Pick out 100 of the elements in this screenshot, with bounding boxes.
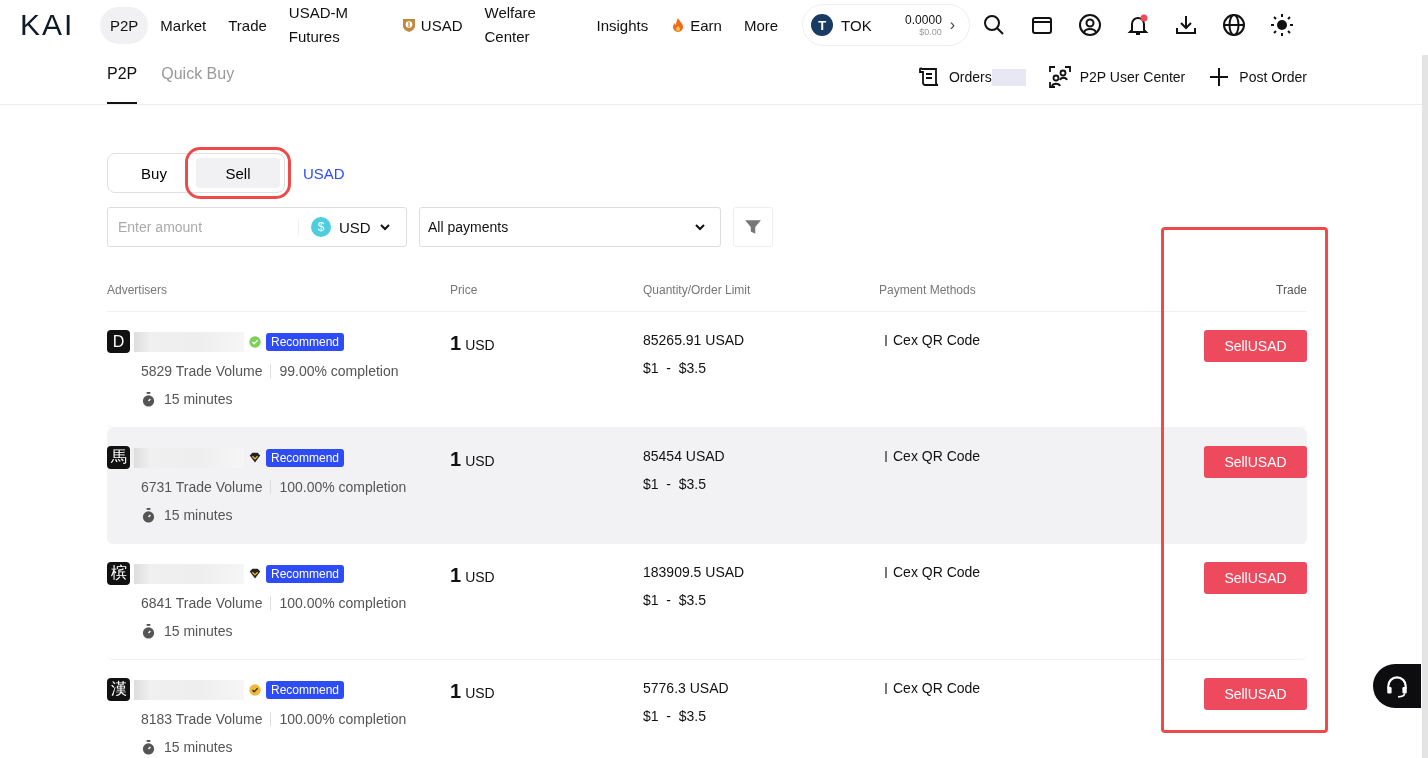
user-icon[interactable] [1078,13,1103,37]
price-value: 1 [450,448,462,471]
quantity: 183909.5 USAD [643,564,746,580]
sell-button[interactable]: SellUSAD [1204,678,1307,710]
check-seal-icon [248,334,262,349]
advert-row[interactable]: 槟 Recommend 6841 Trade Volume 100.00% completion 15 minutes 1 USD 183909.5 USAD $1 - $3.5 Cex QR Code SellUSAD [107,544,1307,660]
token-symbol: TOK [841,16,873,34]
quantity: 5776.3 USAD [643,680,730,696]
order-limit: $1 - $3.5 [643,476,708,492]
price-unit: USD [465,337,495,353]
sell-button[interactable]: SellUSAD [1204,562,1307,594]
recommend-tag: Recommend [266,680,345,699]
price-unit: USD [465,569,495,585]
completion-rate: 100.00% completion [279,595,407,611]
payment-method: Cex QR Code [893,564,981,580]
quantity: 85265.91 USAD [643,332,746,348]
price-value: 1 [450,564,462,587]
avatar: 漢 [107,678,130,701]
column-header: Advertisers [107,283,169,297]
avatar: 槟 [107,562,130,585]
trade-volume: 6731 Trade Volume [141,479,263,495]
avatar: 馬 [107,446,130,469]
sub-tab[interactable]: P2P [107,50,138,104]
price-value: 1 [450,332,462,355]
sell-button[interactable]: SellUSAD [1204,330,1307,362]
nav-item[interactable]: USAD [390,6,473,44]
scroll-icon [916,65,941,89]
nav-item[interactable]: USAD-M Futures [278,1,359,49]
column-header: Trade [1275,283,1307,297]
avatar: D [107,330,130,353]
recommend-tag: Recommend [266,564,345,583]
chevron-down-icon [378,221,391,233]
completion-rate: 100.00% completion [279,711,407,727]
diamond-icon [248,566,262,581]
nav-item[interactable]: P2P [100,6,149,44]
recommend-tag: Recommend [266,332,345,351]
download-icon[interactable] [1174,13,1199,37]
scrollbar[interactable] [1422,55,1428,758]
column-header: Quantity/Order Limit [643,283,752,297]
trade-volume: 8183 Trade Volume [141,711,263,727]
payments-dropdown[interactable]: All payments [419,207,721,247]
asset-link[interactable]: USAD [303,164,345,182]
trade-volume: 6841 Trade Volume [141,595,263,611]
stopwatch-icon [141,391,156,407]
side-tab[interactable]: Sell [196,158,280,188]
side-tab[interactable]: Buy [112,158,196,188]
filter-button[interactable] [733,207,773,247]
check-seal-icon [248,682,262,697]
logo[interactable]: KAI [20,8,100,42]
nav-item[interactable]: Welfare Center [474,1,555,49]
header-link[interactable]: Orders [916,65,1026,89]
users-icon [1047,65,1072,89]
price-unit: USD [465,453,495,469]
payment-time: 15 minutes [164,391,233,407]
currency-select[interactable]: $ USD [299,217,391,237]
sell-button[interactable]: SellUSAD [1204,446,1307,478]
shield-coin-icon [400,17,417,33]
nav-item[interactable]: Trade [218,6,277,44]
chevron-icon: › [949,16,956,34]
completion-rate: 100.00% completion [279,479,407,495]
support-button[interactable] [1373,664,1421,708]
payment-method: Cex QR Code [893,448,981,464]
order-limit: $1 - $3.5 [643,708,708,724]
stopwatch-icon [141,623,156,639]
trade-volume: 5829 Trade Volume [141,363,263,379]
price-value: 1 [450,680,462,703]
globe-icon[interactable] [1222,13,1247,37]
column-header: Payment Methods [879,283,977,297]
recommend-tag: Recommend [266,448,345,467]
token-icon: T [811,14,834,36]
quantity: 85454 USAD [643,448,726,464]
header-link[interactable]: Post Order [1207,65,1307,89]
amount-input-group[interactable]: Enter amount $ USD [107,207,407,247]
price-unit: USD [465,685,495,701]
payment-time: 15 minutes [164,507,233,523]
diamond-icon [248,450,262,465]
chevron-down-icon [694,221,706,233]
column-header: Price [450,283,479,297]
nav-item[interactable]: Market [150,6,217,44]
token-amount: 0.0000 [905,13,942,27]
headset-icon [1384,673,1410,699]
nav-item[interactable]: Insights [586,6,659,44]
nav-item[interactable]: Earn [660,6,732,44]
header-link[interactable]: P2P User Center [1047,65,1186,89]
funnel-icon [744,218,762,236]
sun-icon[interactable] [1270,13,1295,37]
advert-row[interactable]: 馬 Recommend 6731 Trade Volume 100.00% completion 15 minutes 1 USD 85454 USAD $1 - $3.5 Cex QR Code SellUSAD [107,428,1307,544]
order-limit: $1 - $3.5 [643,360,708,376]
completion-rate: 99.00% completion [279,363,399,379]
stopwatch-icon [141,507,156,523]
payment-method: Cex QR Code [893,680,981,696]
advert-row[interactable]: 漢 Recommend 8183 Trade Volume 100.00% completion 15 minutes 1 USD 5776.3 USAD $1 - $3.5 Cex QR Code SellUSAD [107,660,1307,758]
payment-method: Cex QR Code [893,332,981,348]
payment-time: 15 minutes [164,623,233,639]
payment-time: 15 minutes [164,739,233,755]
token-value: $0.00 [919,27,942,37]
order-limit: $1 - $3.5 [643,592,708,608]
dollar-coin-icon: $ [311,217,331,237]
bell-icon[interactable] [1126,13,1151,37]
nav-item[interactable]: More [733,6,789,44]
